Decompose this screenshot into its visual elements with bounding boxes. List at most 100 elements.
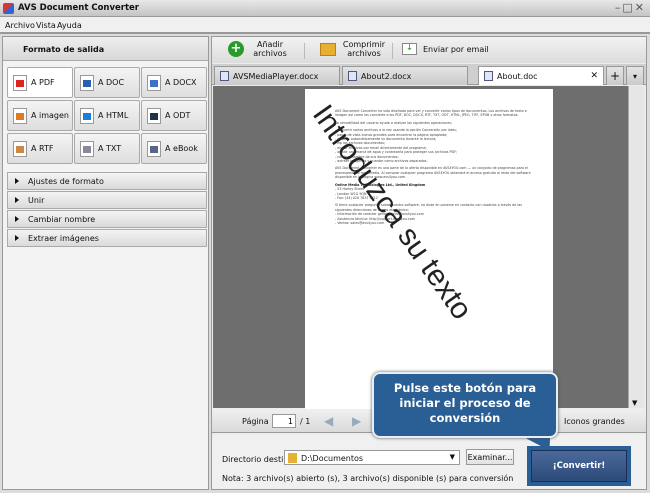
plus-icon: + [228, 41, 244, 57]
add-files-label: Añadir archivos [253, 40, 287, 58]
format-button-html[interactable]: A HTML [74, 100, 140, 131]
section-rename[interactable]: Cambiar nombre [7, 210, 207, 228]
expand-arrow-icon [15, 216, 19, 222]
tab-avsmediaplayer[interactable]: AVSMediaPlayer.docx [214, 66, 340, 85]
add-files-button[interactable]: + Añadir archivos [228, 40, 290, 58]
window-title: AVS Document Converter [18, 3, 139, 13]
expand-arrow-icon [15, 178, 19, 184]
title-bar: AVS Document Converter –□✕ [0, 0, 650, 17]
document-page: AVS Document Converter ha sido diseñado … [305, 89, 553, 409]
email-icon: ↓ [402, 43, 417, 55]
doc-file-icon [80, 74, 94, 91]
destination-select[interactable]: D:\Documentos ▼ [284, 450, 460, 465]
format-button-docx[interactable]: A DOCX [141, 67, 207, 98]
chevron-down-icon: ▾ [632, 71, 637, 81]
plus-icon: + [609, 69, 621, 83]
document-icon [484, 71, 493, 81]
tab-label: About2.docx [361, 71, 412, 81]
document-preview: AVS Document Converter ha sido diseñado … [213, 86, 628, 409]
section-label: Unir [28, 196, 45, 205]
rtf-file-icon [13, 140, 27, 157]
format-button-doc[interactable]: A DOC [74, 67, 140, 98]
doc-paragraph: La versatilidad del usuario ayuda a real… [335, 120, 453, 125]
page-total: / 1 [300, 417, 311, 426]
separator [304, 43, 305, 59]
section-extract-images[interactable]: Extraer imágenes [7, 229, 207, 247]
tab-label: About.doc [497, 71, 538, 81]
next-page-arrow-icon[interactable]: ▶ [352, 414, 361, 428]
chevron-down-icon: ▼ [449, 453, 455, 461]
format-button-txt[interactable]: A TXT [74, 133, 140, 164]
pdf-file-icon [13, 74, 27, 91]
close-icon[interactable]: ✕ [635, 1, 646, 14]
html-file-icon [80, 107, 94, 124]
compress-label: Comprimir archivos [342, 40, 386, 58]
format-label: A HTML [98, 111, 129, 120]
tab-about[interactable]: About.doc ✕ [478, 66, 604, 85]
destination-value: D:\Documentos [301, 454, 364, 463]
expand-arrow-icon [15, 197, 19, 203]
doc-contacts: - Información de carácter general: info@… [335, 212, 535, 225]
previous-page-arrow-icon[interactable]: ◀ [324, 414, 333, 428]
tab-list-button[interactable]: ▾ [626, 66, 644, 85]
browse-button[interactable]: Examinar... [466, 449, 514, 465]
toolbar: + Añadir archivos Comprimir archivos ↓ E… [212, 37, 646, 63]
format-label: A PDF [31, 78, 55, 87]
section-format-settings[interactable]: Ajustes de formato [7, 172, 207, 190]
close-tab-icon[interactable]: ✕ [590, 71, 598, 81]
format-label: A eBook [165, 144, 198, 153]
scroll-down-icon[interactable]: ▼ [632, 399, 637, 407]
tab-label: AVSMediaPlayer.docx [233, 71, 319, 81]
format-button-rtf[interactable]: A RTF [7, 133, 73, 164]
expand-arrow-icon [15, 235, 19, 241]
section-label: Cambiar nombre [28, 215, 96, 224]
format-label: A DOC [98, 78, 125, 87]
section-label: Extraer imágenes [28, 234, 99, 243]
convert-label: ¡Convertir! [531, 450, 627, 482]
ebook-file-icon [147, 140, 161, 157]
format-label: A imagen [31, 111, 70, 120]
separator [392, 43, 393, 59]
window-controls[interactable]: –□✕ [615, 1, 646, 14]
format-label: A RTF [31, 144, 54, 153]
menu-archivo[interactable]: Archivo [5, 21, 35, 30]
format-label: A DOCX [165, 78, 197, 87]
doc-paragraph: AVS Document Converter ha sido diseñado … [335, 109, 527, 118]
section-label: Ajustes de formato [28, 177, 104, 186]
folder-zip-icon [320, 42, 336, 56]
app-icon [3, 3, 14, 14]
document-tabs: AVSMediaPlayer.docx About2.docx About.do… [212, 64, 646, 85]
compress-files-button[interactable]: Comprimir archivos [320, 40, 386, 58]
format-button-odt[interactable]: A ODT [141, 100, 207, 131]
panel-header: Formato de salida [3, 37, 208, 61]
docx-file-icon [147, 74, 161, 91]
format-button-pdf[interactable]: A PDF [7, 67, 73, 98]
format-label: A TXT [98, 144, 122, 153]
tab-about2[interactable]: About2.docx [342, 66, 468, 85]
email-label: Enviar por email [423, 44, 489, 54]
tooltip: Pulse este botón para iniciar el proceso… [372, 372, 558, 438]
odt-file-icon [147, 107, 161, 124]
status-note: Nota: 3 archivo(s) abierto (s), 3 archiv… [222, 474, 514, 483]
txt-file-icon [80, 140, 94, 157]
page-label: Página [242, 417, 269, 426]
format-button-ebook[interactable]: A eBook [141, 133, 207, 164]
image-file-icon [13, 107, 27, 124]
email-button[interactable]: ↓ Enviar por email [402, 43, 489, 55]
large-icons-view[interactable]: Iconos grandes [564, 417, 625, 426]
menu-vista[interactable]: Vista [36, 21, 56, 30]
format-button-image[interactable]: A imagen [7, 100, 73, 131]
format-label: A ODT [165, 111, 191, 120]
document-icon [220, 71, 229, 81]
maximize-icon[interactable]: □ [622, 1, 634, 14]
menu-ayuda[interactable]: Ayuda [57, 21, 82, 30]
page-number-input[interactable] [272, 414, 296, 428]
document-icon [348, 71, 357, 81]
output-format-panel: Formato de salida A PDF A DOC A DOCX A imag… [2, 36, 209, 490]
section-merge[interactable]: Unir [7, 191, 207, 209]
vertical-scrollbar[interactable]: ▼ [628, 86, 644, 408]
add-tab-button[interactable]: + [606, 66, 624, 85]
folder-icon [288, 453, 297, 463]
menu-bar: Archivo Vista Ayuda [0, 17, 650, 34]
doc-line: - Ventas: sales@avs4you.com [335, 220, 385, 225]
